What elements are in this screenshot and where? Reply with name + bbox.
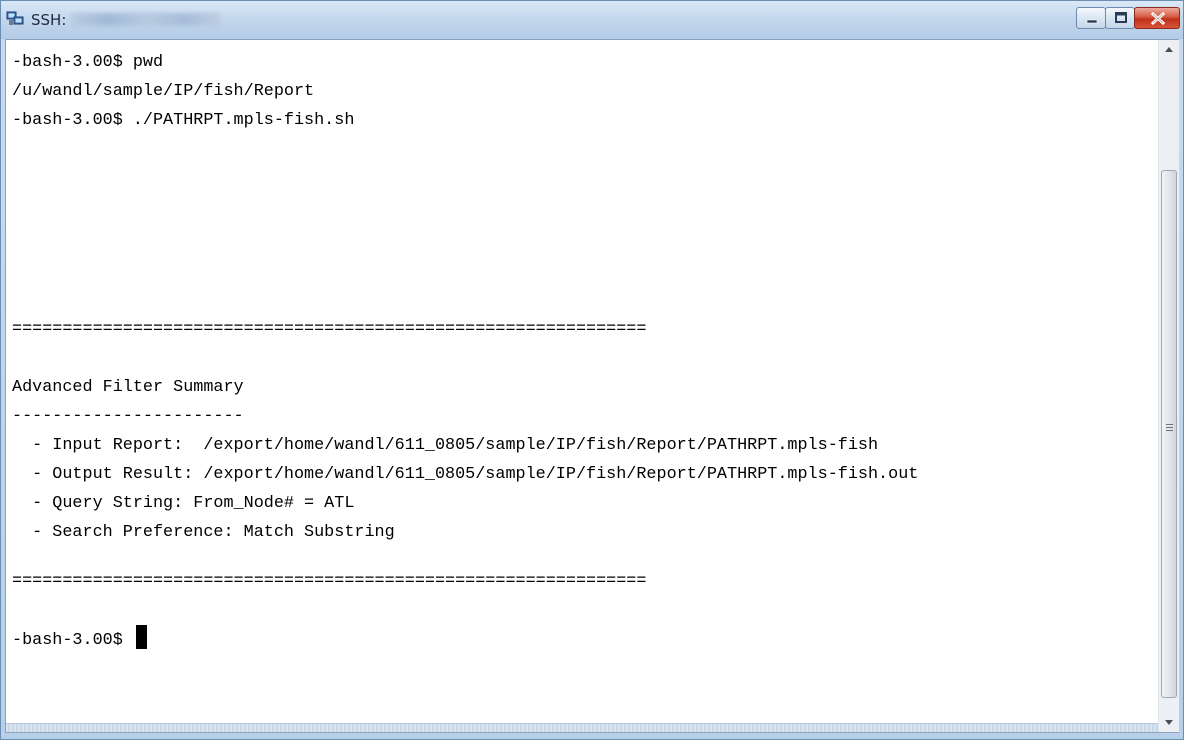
terminal-line: -bash-3.00$ pwd xyxy=(12,53,164,72)
bottom-border xyxy=(6,723,1158,732)
query-string-line: - Query String: From_Node# = ATL xyxy=(12,494,355,513)
terminal-line: /u/wandl/sample/IP/fish/Report xyxy=(12,82,315,101)
minimize-icon xyxy=(1086,19,1098,24)
close-button[interactable] xyxy=(1134,7,1180,29)
input-report-line: - Input Report: /export/home/wandl/611_0… xyxy=(12,436,879,455)
output-result-line: - Output Result: /export/home/wandl/611_… xyxy=(12,465,919,484)
summary-heading: Advanced Filter Summary xyxy=(12,378,244,397)
scrollbar-thumb[interactable] xyxy=(1161,170,1177,698)
summary-underline: ----------------------- xyxy=(12,407,244,426)
shell-prompt: -bash-3.00$ xyxy=(12,631,133,650)
terminal-app-icon[interactable] xyxy=(6,11,24,27)
prompt-line[interactable]: -bash-3.00$ xyxy=(12,625,147,654)
maximize-icon xyxy=(1115,12,1127,23)
search-preference-line: - Search Preference: Match Substring xyxy=(12,523,395,542)
separator-line: ========================================… xyxy=(12,320,647,339)
close-icon xyxy=(1150,11,1166,26)
scroll-up-button[interactable] xyxy=(1159,40,1179,60)
arrow-up-icon xyxy=(1165,47,1173,52)
text-cursor xyxy=(135,625,147,649)
redacted-host xyxy=(71,13,221,26)
maximize-button[interactable] xyxy=(1105,7,1135,29)
title-bar[interactable]: SSH: xyxy=(1,1,1183,39)
scroll-down-button[interactable] xyxy=(1159,712,1179,732)
terminal-line: -bash-3.00$ ./PATHRPT.mpls-fish.sh xyxy=(12,111,355,130)
window-title: SSH: xyxy=(31,11,67,29)
terminal-output[interactable]: -bash-3.00$ pwd /u/wandl/sample/IP/fish/… xyxy=(6,40,1158,732)
vertical-scrollbar[interactable] xyxy=(1158,40,1179,732)
terminal-client-area: -bash-3.00$ pwd /u/wandl/sample/IP/fish/… xyxy=(5,39,1179,733)
minimize-button[interactable] xyxy=(1076,7,1106,29)
arrow-down-icon xyxy=(1165,720,1173,725)
separator-line: ========================================… xyxy=(12,572,647,591)
ssh-window: SSH: -bash-3.00$ pwd /u/wandl/sample/IP/… xyxy=(0,0,1184,740)
grip-icon xyxy=(1166,424,1173,431)
